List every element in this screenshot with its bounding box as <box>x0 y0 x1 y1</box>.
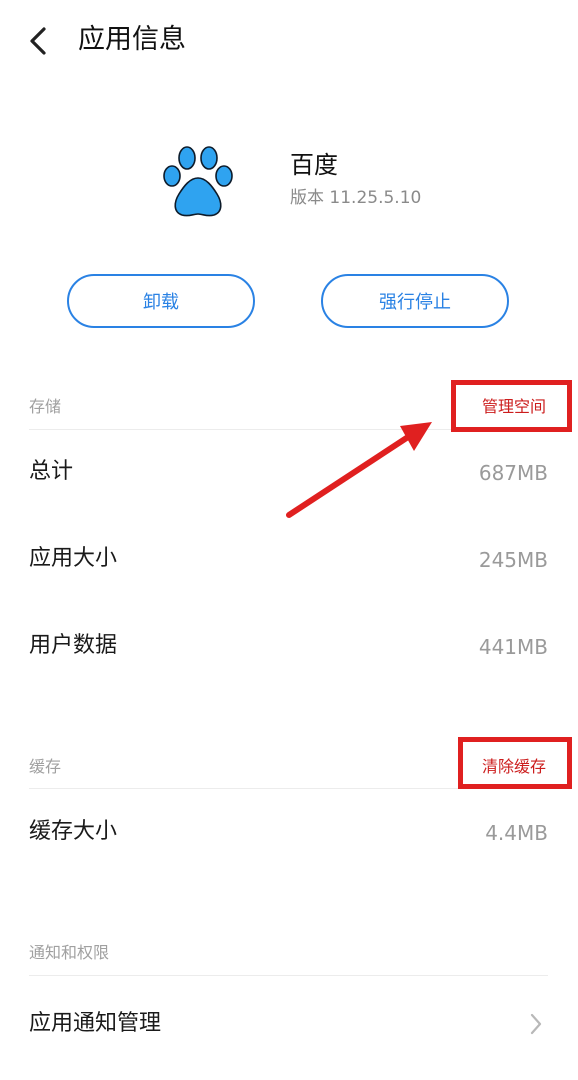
section-label-notifications: 通知和权限 <box>29 943 110 962</box>
chevron-left-icon <box>30 27 46 55</box>
chevron-right-icon <box>530 1013 542 1035</box>
storage-row-user-data-label: 用户数据 <box>29 633 118 658</box>
notification-management-row[interactable]: 应用通知管理 <box>29 1008 161 1040</box>
header-bar: 应用信息 <box>0 0 578 82</box>
highlight-box-clear-cache <box>458 737 572 789</box>
uninstall-button[interactable]: 卸载 <box>67 274 255 328</box>
storage-row-app-size-label: 应用大小 <box>29 546 118 571</box>
app-info-card: 百度 版本 11.25.5.10 <box>0 140 578 220</box>
app-version: 版本 11.25.5.10 <box>290 188 422 208</box>
section-label-storage: 存储 <box>29 397 62 416</box>
cache-row-size-value: 4.4MB <box>485 821 548 845</box>
baidu-paw-icon <box>163 146 233 217</box>
divider <box>29 975 548 976</box>
force-stop-button[interactable]: 强行停止 <box>321 274 509 328</box>
app-name: 百度 <box>290 151 338 179</box>
cache-row-size-label: 缓存大小 <box>29 819 118 844</box>
storage-row-user-data-value: 441MB <box>478 635 548 659</box>
page-title: 应用信息 <box>78 24 186 55</box>
section-label-cache: 缓存 <box>29 757 62 776</box>
storage-row-total-label: 总计 <box>29 459 74 484</box>
highlight-box-manage-space <box>451 380 572 432</box>
storage-row-total-value: 687MB <box>478 461 548 485</box>
back-button[interactable] <box>20 22 56 60</box>
storage-row-app-size-value: 245MB <box>478 548 548 572</box>
